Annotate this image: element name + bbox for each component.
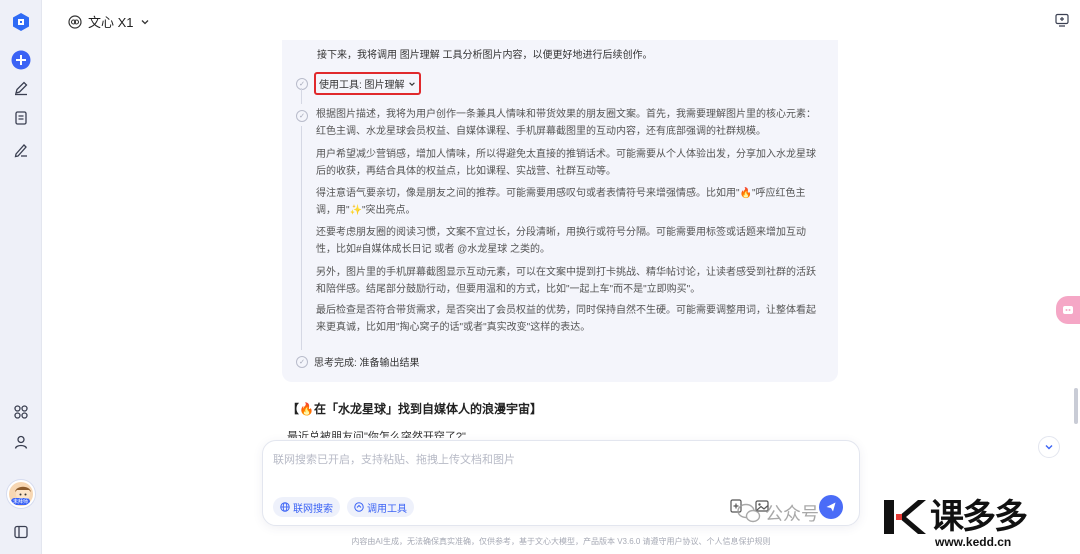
tool-icon — [354, 502, 364, 512]
left-rail: 未拜师 — [0, 0, 42, 554]
tool-label: 使用工具: 图片理解 — [319, 80, 405, 91]
globe-icon — [280, 502, 290, 512]
done-label: 思考完成: 准备输出结果 — [314, 358, 420, 369]
watermark-brand: 课多多 — [880, 494, 1028, 540]
watermark-url: www.kedd.cn — [935, 535, 1012, 549]
new-chat-icon[interactable] — [11, 50, 31, 70]
tool-step: ✓ 使用工具: 图片理解 — [296, 72, 421, 95]
reasoning-paragraph: 根据图片描述，我将为用户创作一条兼具人情味和带货效果的朋友圈文案。首先，我需要理… — [316, 109, 816, 137]
reasoning-paragraph: 得注意语气要亲切，像是朋友之间的推荐。可能需要用感叹句或者表情符号来增强情感。比… — [316, 188, 806, 216]
scrollbar[interactable] — [1074, 388, 1078, 424]
check-circle-icon: ✓ — [296, 77, 308, 90]
tool-toggle[interactable]: 使用工具: 图片理解 — [314, 72, 421, 95]
call-tool-button[interactable]: 调用工具 — [347, 497, 414, 517]
web-search-toggle[interactable]: 联网搜索 — [273, 497, 340, 517]
reasoning-paragraph: 还要考虑朋友圈的阅读习惯，文案不宜过长，分段清晰，用换行或符号分隔。可能需要用标… — [316, 227, 806, 255]
user-icon[interactable] — [11, 432, 31, 452]
web-search-label: 联网搜索 — [293, 503, 333, 515]
wechat-icon — [737, 503, 761, 523]
avatar[interactable]: 未拜师 — [7, 480, 35, 508]
chevron-down-icon — [1045, 445, 1053, 450]
thinking-intro: 接下来，我将调用 图片理解 工具分析图片内容，以便更好地进行后续创作。 — [317, 50, 653, 61]
send-button[interactable] — [819, 495, 843, 519]
watermark-gzh-text: 公众号 — [765, 504, 819, 524]
reasoning-paragraph: 另外，图片里的手机屏幕截图显示互动元素，可以在文案中提到打卡挑战、精华帖讨论，让… — [316, 267, 816, 295]
assistant-icon — [1063, 306, 1073, 314]
top-bar: 文心 X1 — [42, 0, 1080, 40]
model-selector[interactable]: 文心 X1 — [68, 12, 150, 31]
sidebar-toggle-icon[interactable] — [11, 522, 31, 542]
send-icon — [826, 502, 836, 512]
watermark-wechat: 公众号 — [737, 500, 819, 526]
apps-icon[interactable] — [11, 402, 31, 422]
model-name: 文心 X1 — [88, 15, 134, 30]
new-window-icon[interactable] — [1054, 12, 1070, 28]
pen-icon[interactable] — [11, 140, 31, 160]
thinking-panel: 接下来，我将调用 图片理解 工具分析图片内容，以便更好地进行后续创作。 ✓ 使用… — [282, 40, 838, 382]
check-circle-icon: ✓ — [296, 110, 308, 122]
watermark-brand-text: 课多多 — [930, 498, 1028, 536]
chat-area: 接下来，我将调用 图片理解 工具分析图片内容，以便更好地进行后续创作。 ✓ 使用… — [42, 40, 1080, 554]
app-logo-icon[interactable] — [11, 12, 31, 32]
model-icon — [68, 14, 82, 29]
brand-logo-icon — [884, 500, 926, 534]
check-circle-icon: ✓ — [296, 355, 308, 368]
edit-icon[interactable] — [11, 78, 31, 98]
floating-helper-button[interactable] — [1056, 296, 1080, 324]
reasoning-paragraph: 用户希望减少营销感，增加人情味，所以得避免太直接的推销话术。可能需要从个人体验出… — [316, 149, 816, 177]
step-connector — [301, 126, 302, 350]
chevron-down-icon — [141, 19, 148, 24]
step-connector — [301, 88, 302, 104]
done-step: ✓ 思考完成: 准备输出结果 — [296, 354, 420, 369]
call-tool-label: 调用工具 — [367, 503, 407, 515]
avatar-badge: 未拜师 — [11, 498, 31, 505]
reply-title: 【🔥在「水龙星球」找到自媒体人的浪漫宇宙】 — [287, 402, 542, 416]
reasoning-paragraph: 最后检查是否符合带货需求，是否突出了会员权益的优势，同时保持自然不生硬。可能需要… — [316, 305, 816, 333]
chevron-down-icon — [408, 81, 415, 86]
document-icon[interactable] — [11, 108, 31, 128]
reply-text: 最近总被朋友问"你怎么突然开窍了?" — [287, 431, 466, 438]
reasoning-step: ✓ — [296, 110, 308, 122]
chat-input-placeholder[interactable]: 联网搜索已开启，支持粘贴、拖拽上传文档和图片 — [273, 451, 515, 467]
scroll-to-bottom-button[interactable] — [1038, 436, 1060, 458]
